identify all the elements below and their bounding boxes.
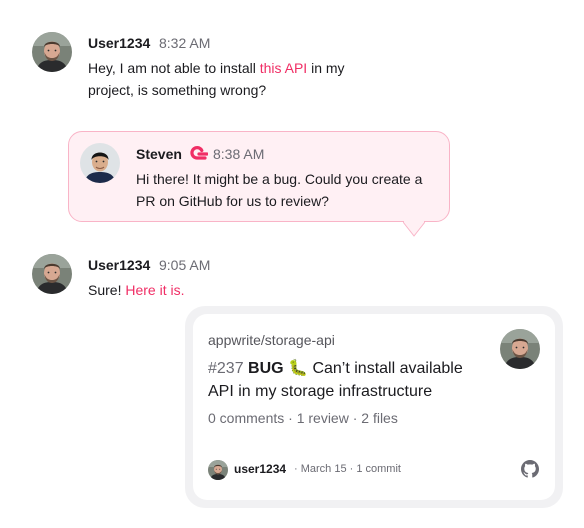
message-text-part: Hey, I am not able to install xyxy=(88,60,260,76)
pr-label: BUG xyxy=(248,360,284,377)
avatar-user1234[interactable] xyxy=(32,32,72,72)
pr-footer-details: · March 15 · 1 commit xyxy=(294,463,401,475)
message-time: 8:38 AM xyxy=(213,146,265,162)
message-text: Hi there! It might be a bug. Could you c… xyxy=(136,171,423,209)
pr-author-avatar[interactable] xyxy=(500,329,540,369)
message-time: 8:32 AM xyxy=(159,35,211,51)
message-time: 9:05 AM xyxy=(159,257,211,273)
pr-title[interactable]: #237 BUG 🐛 Can’t install available API i… xyxy=(208,357,488,403)
message-text: Hey, I am not able to install this API i… xyxy=(88,57,378,101)
github-icon[interactable] xyxy=(521,460,539,478)
avatar-user1234[interactable] xyxy=(32,254,72,294)
pr-footer-author[interactable]: user1234 xyxy=(234,462,286,476)
appwrite-logo-icon xyxy=(188,145,209,163)
bubble-tail xyxy=(403,221,425,237)
pr-footer-avatar xyxy=(208,460,228,480)
message-link[interactable]: this API xyxy=(260,60,307,76)
message-author[interactable]: User1234 xyxy=(88,257,150,273)
message-link[interactable]: Here it is. xyxy=(125,282,184,298)
message-text: Sure! Here it is. xyxy=(88,279,388,301)
message-author[interactable]: Steven xyxy=(136,146,182,162)
message-author[interactable]: User1234 xyxy=(88,35,150,51)
pr-title-text: Can’t install available API in my storag… xyxy=(208,360,463,400)
pr-number: #237 xyxy=(208,360,244,377)
pr-repo[interactable]: appwrite/storage-api xyxy=(208,332,335,348)
message-text-part: Sure! xyxy=(88,282,126,298)
bug-icon: 🐛 xyxy=(288,360,308,377)
pr-stats: 0 comments · 1 review · 2 files xyxy=(208,410,398,426)
avatar-steven[interactable] xyxy=(80,143,120,183)
